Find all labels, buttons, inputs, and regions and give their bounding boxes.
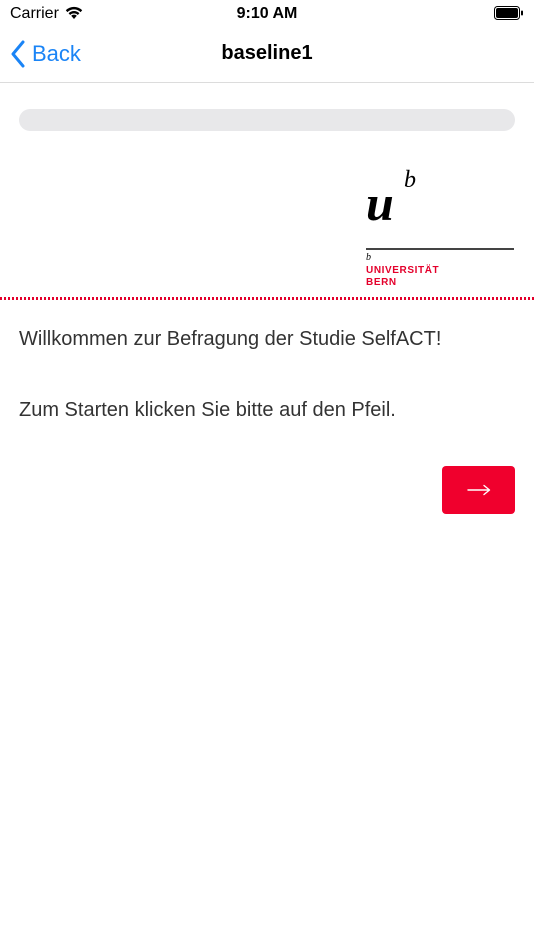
navigation-bar: Back baseline1 xyxy=(0,28,534,83)
battery-icon xyxy=(494,6,523,20)
status-time: 9:10 AM xyxy=(236,5,298,22)
page-title: baseline1 xyxy=(221,42,313,64)
logo-small-b: b xyxy=(366,252,371,263)
welcome-text: Willkommen zur Befragung der Studie Self… xyxy=(19,328,442,350)
logo-rule xyxy=(366,248,514,250)
status-bar: Carrier 9:10 AM xyxy=(0,0,534,28)
arrow-right-icon xyxy=(466,484,490,496)
logo-mark-b: b xyxy=(404,167,416,193)
university-logo: u b b UNIVERSITÄT BERN xyxy=(366,168,516,290)
logo-text-bern: BERN xyxy=(366,277,397,288)
next-button[interactable] xyxy=(442,466,515,514)
logo-text-universitat: UNIVERSITÄT xyxy=(366,265,440,276)
progress-bar xyxy=(19,109,515,131)
logo-mark-u: u xyxy=(366,175,394,231)
instruction-text: Zum Starten klicken Sie bitte auf den Pf… xyxy=(19,399,396,421)
header-divider xyxy=(0,297,534,300)
